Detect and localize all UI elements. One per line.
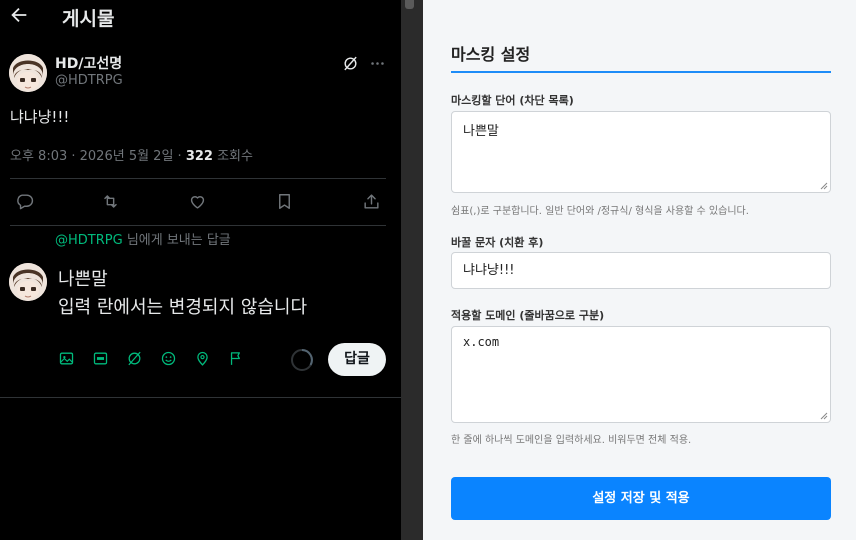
resize-grip-icon[interactable] [820, 182, 828, 190]
view-count: 322 [185, 149, 213, 164]
avatar [9, 263, 47, 301]
domains-value: x.com [463, 335, 500, 349]
location-icon[interactable] [194, 350, 211, 367]
image-icon[interactable] [58, 350, 75, 367]
repost-icon[interactable] [101, 192, 120, 211]
like-icon[interactable] [188, 192, 207, 211]
author-handle[interactable]: @HDTRPG [55, 73, 123, 88]
domains-label: 적용할 도메인 (줄바꿈으로 구분) [451, 309, 605, 322]
domains-textarea[interactable]: x.com [451, 326, 831, 423]
flag-icon[interactable] [228, 350, 245, 367]
compose-line-1[interactable]: 나쁜말 [58, 265, 108, 291]
author-name[interactable]: HD/고선명 [55, 53, 122, 73]
words-value: 나쁜말 [463, 124, 499, 139]
post-pane: 게시물 HD/고선명 @HDTRPG 냐냐냥!!! 오후 8:03 · 2026… [0, 0, 401, 540]
reply-icon[interactable] [15, 192, 34, 211]
settings-title: 마스킹 설정 [451, 45, 531, 64]
reply-to-suffix: 님에게 보내는 답글 [122, 233, 231, 248]
divider [10, 225, 386, 226]
avatar[interactable] [9, 54, 47, 92]
post-meta: 오후 8:03 · 2026년 5월 2일 · 322 조회수 [10, 145, 253, 164]
progress-ring-icon [291, 349, 313, 371]
words-label: 마스킹할 단어 (차단 목록) [451, 94, 574, 107]
compose-line-2[interactable]: 입력 란에서는 변경되지 않습니다 [58, 293, 307, 319]
title-underline [451, 71, 831, 73]
grok-icon[interactable] [126, 350, 143, 367]
save-apply-button[interactable]: 설정 저장 및 적용 [451, 477, 831, 520]
domains-hint: 한 줄에 하나씩 도메인을 입력하세요. 비워두면 전체 적용. [451, 435, 692, 446]
post-text: 냐냐냥!!! [10, 108, 70, 126]
page-title: 게시물 [62, 8, 115, 30]
view-label: 조회수 [212, 149, 253, 164]
grok-icon[interactable] [342, 55, 359, 72]
bookmark-icon[interactable] [275, 192, 294, 211]
divider [0, 397, 401, 398]
reply-to-line: @HDTRPG 님에게 보내는 답글 [55, 229, 231, 248]
arrow-left-icon[interactable] [8, 4, 30, 26]
reply-button[interactable]: 답글 [328, 343, 386, 376]
scrollbar-thumb[interactable] [405, 0, 414, 9]
words-hint: 쉼표(,)로 구분합니다. 일반 단어와 /정규식/ 형식을 사용할 수 있습니… [451, 206, 749, 217]
resize-grip-icon[interactable] [820, 412, 828, 420]
post-header: 게시물 [0, 0, 401, 36]
words-textarea[interactable]: 나쁜말 [451, 111, 831, 193]
emoji-icon[interactable] [160, 350, 177, 367]
reply-to-mention[interactable]: @HDTRPG [55, 233, 123, 248]
scrollbar[interactable] [401, 0, 423, 540]
replace-label: 바꿀 문자 (치환 후) [451, 236, 544, 249]
post-time[interactable]: 오후 8:03 · 2026년 5월 2일 · [10, 149, 186, 164]
divider [10, 178, 386, 179]
replace-input[interactable]: 냐냐냥!!! [451, 252, 831, 289]
gif-icon[interactable] [92, 350, 109, 367]
replace-value: 냐냐냥!!! [463, 263, 515, 278]
more-icon[interactable] [369, 55, 386, 72]
share-icon[interactable] [362, 192, 381, 211]
